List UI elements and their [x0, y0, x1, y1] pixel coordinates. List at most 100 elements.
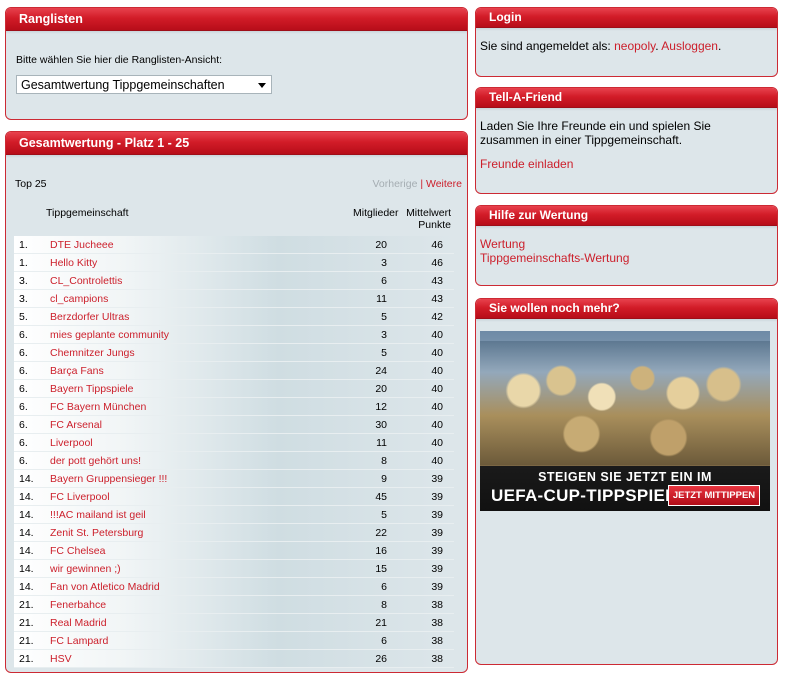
table-row: 21. Fenerbahce 8 38 [14, 595, 454, 614]
member-count: 11 [376, 292, 387, 305]
team-name-link[interactable]: Barça Fans [50, 365, 104, 377]
team-name-link[interactable]: Liverpool [50, 437, 93, 449]
table-row: 14. Bayern Gruppensieger !!! 9 39 [14, 469, 454, 488]
team-name-link[interactable]: Chemnitzer Jungs [50, 347, 135, 359]
team-name-link[interactable]: Zenit St. Petersburg [50, 527, 143, 539]
help-title: Hilfe zur Wertung [476, 206, 777, 229]
tell-a-friend-title: Tell-A-Friend [476, 88, 777, 111]
promo-line-1: STEIGEN SIE JETZT EIN IM [538, 470, 712, 484]
rank-position: 6. [19, 364, 28, 377]
table-row: 6. Liverpool 11 40 [14, 433, 454, 452]
team-name-link[interactable]: Real Madrid [50, 617, 107, 629]
team-name-link[interactable]: FC Arsenal [50, 419, 102, 431]
member-count: 9 [381, 472, 387, 485]
rank-position: 6. [19, 328, 28, 341]
col-header-avg-line2: Punkte [418, 219, 451, 231]
avg-points: 40 [431, 400, 443, 413]
login-dot-1: . [655, 39, 659, 53]
logout-link[interactable]: Ausloggen [661, 39, 718, 53]
join-now-button[interactable]: JETZT MITTIPPEN [668, 485, 760, 506]
avg-points: 39 [431, 508, 443, 521]
team-name-link[interactable]: Berzdorfer Ultras [50, 311, 129, 323]
table-row: 6. Chemnitzer Jungs 5 40 [14, 343, 454, 362]
avg-points: 43 [431, 292, 443, 305]
team-name-link[interactable]: FC Chelsea [50, 545, 105, 557]
member-count: 6 [381, 580, 387, 593]
rank-position: 6. [19, 400, 28, 413]
ranglisten-select[interactable]: Gesamtwertung Tippgemeinschaften [16, 75, 272, 94]
login-title: Login [476, 8, 777, 31]
member-count: 6 [381, 634, 387, 647]
team-name-link[interactable]: Fenerbahce [50, 599, 106, 611]
avg-points: 40 [431, 436, 443, 449]
rank-position: 14. [19, 562, 34, 575]
rank-position: 1. [19, 238, 28, 251]
promo-title: Sie wollen noch mehr? [476, 299, 777, 322]
team-name-link[interactable]: FC Bayern München [50, 401, 146, 413]
standings-title: Gesamtwertung - Platz 1 - 25 [6, 132, 467, 158]
rank-position: 1. [19, 256, 28, 269]
chevron-down-icon [258, 83, 266, 88]
table-row: 14. FC Chelsea 16 39 [14, 541, 454, 560]
table-row: 6. Bayern Tippspiele 20 40 [14, 379, 454, 398]
team-name-link[interactable]: Fan von Atletico Madrid [50, 581, 160, 593]
promo-banner[interactable]: STEIGEN SIE JETZT EIN IM UEFA-CUP-TIPPSP… [480, 331, 770, 511]
team-name-link[interactable]: Bayern Gruppensieger !!! [50, 473, 167, 485]
avg-points: 39 [431, 562, 443, 575]
rank-position: 3. [19, 274, 28, 287]
table-row: 3. CL_Controlettis 6 43 [14, 271, 454, 290]
help-panel: Hilfe zur Wertung Wertung Tippgemeinscha… [475, 205, 778, 286]
wertung-link[interactable]: Wertung [480, 237, 525, 251]
member-count: 16 [375, 544, 387, 557]
team-name-link[interactable]: !!!AC mailand ist geil [50, 509, 146, 521]
member-count: 8 [381, 454, 387, 467]
avg-points: 46 [431, 238, 443, 251]
table-row: 5. Berzdorfer Ultras 5 42 [14, 307, 454, 326]
team-name-link[interactable]: FC Lampard [50, 635, 108, 647]
promo-panel: Sie wollen noch mehr? STEIGEN SIE JETZT … [475, 298, 778, 665]
avg-points: 40 [431, 454, 443, 467]
rank-position: 6. [19, 436, 28, 449]
rank-position: 6. [19, 346, 28, 359]
avg-points: 40 [431, 418, 443, 431]
member-count: 15 [375, 562, 387, 575]
login-status: Sie sind angemeldet als: neopoly. Auslog… [480, 39, 721, 53]
username-link[interactable]: neopoly [614, 39, 655, 53]
table-row: 1. Hello Kitty 3 46 [14, 253, 454, 272]
team-name-link[interactable]: cl_campions [50, 293, 108, 305]
table-row: 6. FC Arsenal 30 40 [14, 415, 454, 434]
table-row: 6. mies geplante community 3 40 [14, 325, 454, 344]
member-count: 11 [376, 436, 387, 449]
pagination: Vorherige | Weitere [372, 178, 462, 190]
team-name-link[interactable]: DTE Jucheee [50, 239, 114, 251]
login-text: Sie sind angemeldet als: [480, 39, 611, 53]
invite-friends-link[interactable]: Freunde einladen [480, 157, 573, 171]
rank-position: 14. [19, 544, 34, 557]
member-count: 22 [375, 526, 387, 539]
tell-a-friend-text: Laden Sie Ihre Freunde ein und spielen S… [480, 119, 711, 147]
ranglisten-panel: Ranglisten Bitte wählen Sie hier die Ran… [5, 7, 468, 120]
member-count: 12 [375, 400, 387, 413]
avg-points: 39 [431, 580, 443, 593]
team-name-link[interactable]: Hello Kitty [50, 257, 97, 269]
team-name-link[interactable]: FC Liverpool [50, 491, 110, 503]
next-link[interactable]: Weitere [426, 178, 462, 190]
team-name-link[interactable]: der pott gehört uns! [50, 455, 141, 467]
team-name-link[interactable]: mies geplante community [50, 329, 169, 341]
table-row: 14. wir gewinnen ;) 15 39 [14, 559, 454, 578]
member-count: 45 [375, 490, 387, 503]
prev-link[interactable]: Vorherige [372, 178, 417, 190]
team-wertung-link[interactable]: Tippgemeinschafts-Wertung [480, 251, 629, 265]
member-count: 6 [381, 274, 387, 287]
avg-points: 40 [431, 382, 443, 395]
team-name-link[interactable]: Bayern Tippspiele [50, 383, 133, 395]
table-row: 21. Real Madrid 21 38 [14, 613, 454, 632]
table-row: 6. Barça Fans 24 40 [14, 361, 454, 380]
rank-position: 3. [19, 292, 28, 305]
team-name-link[interactable]: wir gewinnen ;) [50, 563, 121, 575]
avg-points: 40 [431, 328, 443, 341]
avg-points: 39 [431, 472, 443, 485]
team-name-link[interactable]: CL_Controlettis [50, 275, 122, 287]
col-header-avg: Mittelwert Punkte [402, 207, 451, 231]
col-header-avg-line1: Mittelwert [406, 207, 451, 219]
